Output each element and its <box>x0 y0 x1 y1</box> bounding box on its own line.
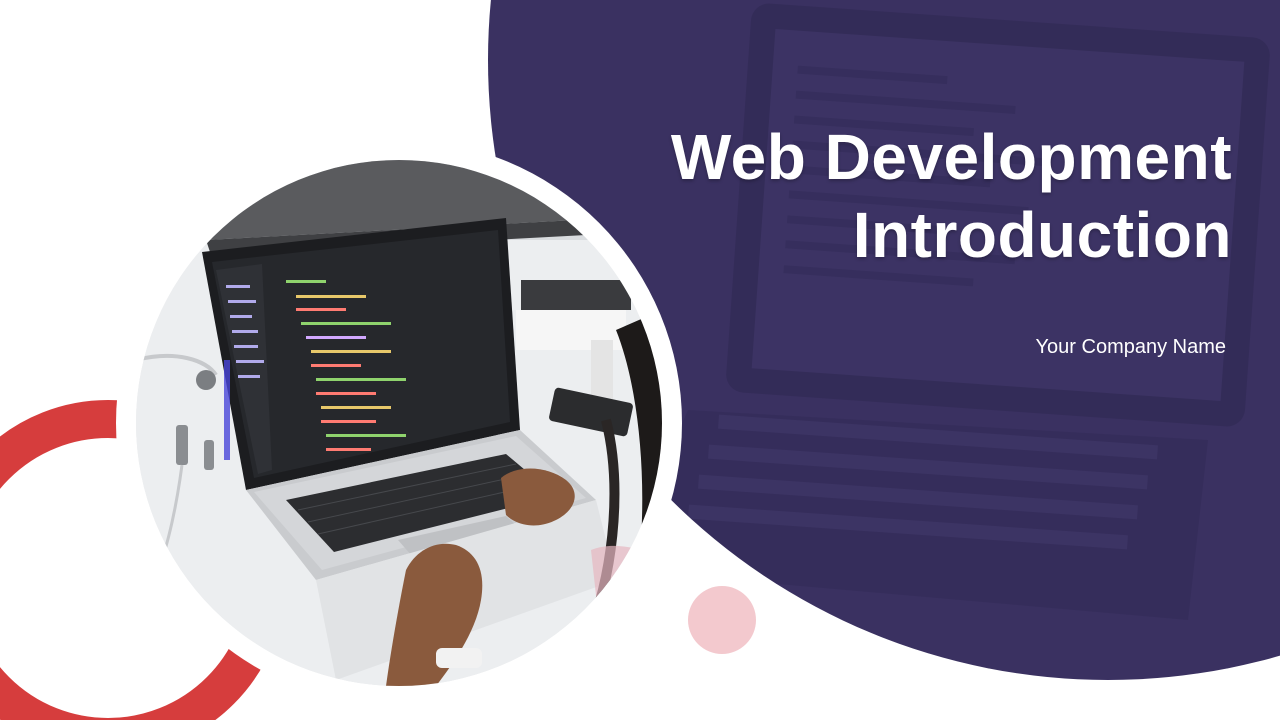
company-name: Your Company Name <box>1035 336 1226 358</box>
laptop-illustration <box>136 160 662 686</box>
pink-dot-decoration <box>688 586 756 654</box>
laptop-photo <box>136 160 662 686</box>
slide-title: Web Development Introduction <box>671 118 1232 274</box>
title-slide: Web Development Introduction Your Compan… <box>0 0 1280 720</box>
title-line-1: Web Development <box>670 121 1232 193</box>
title-line-2: Introduction <box>852 199 1232 271</box>
